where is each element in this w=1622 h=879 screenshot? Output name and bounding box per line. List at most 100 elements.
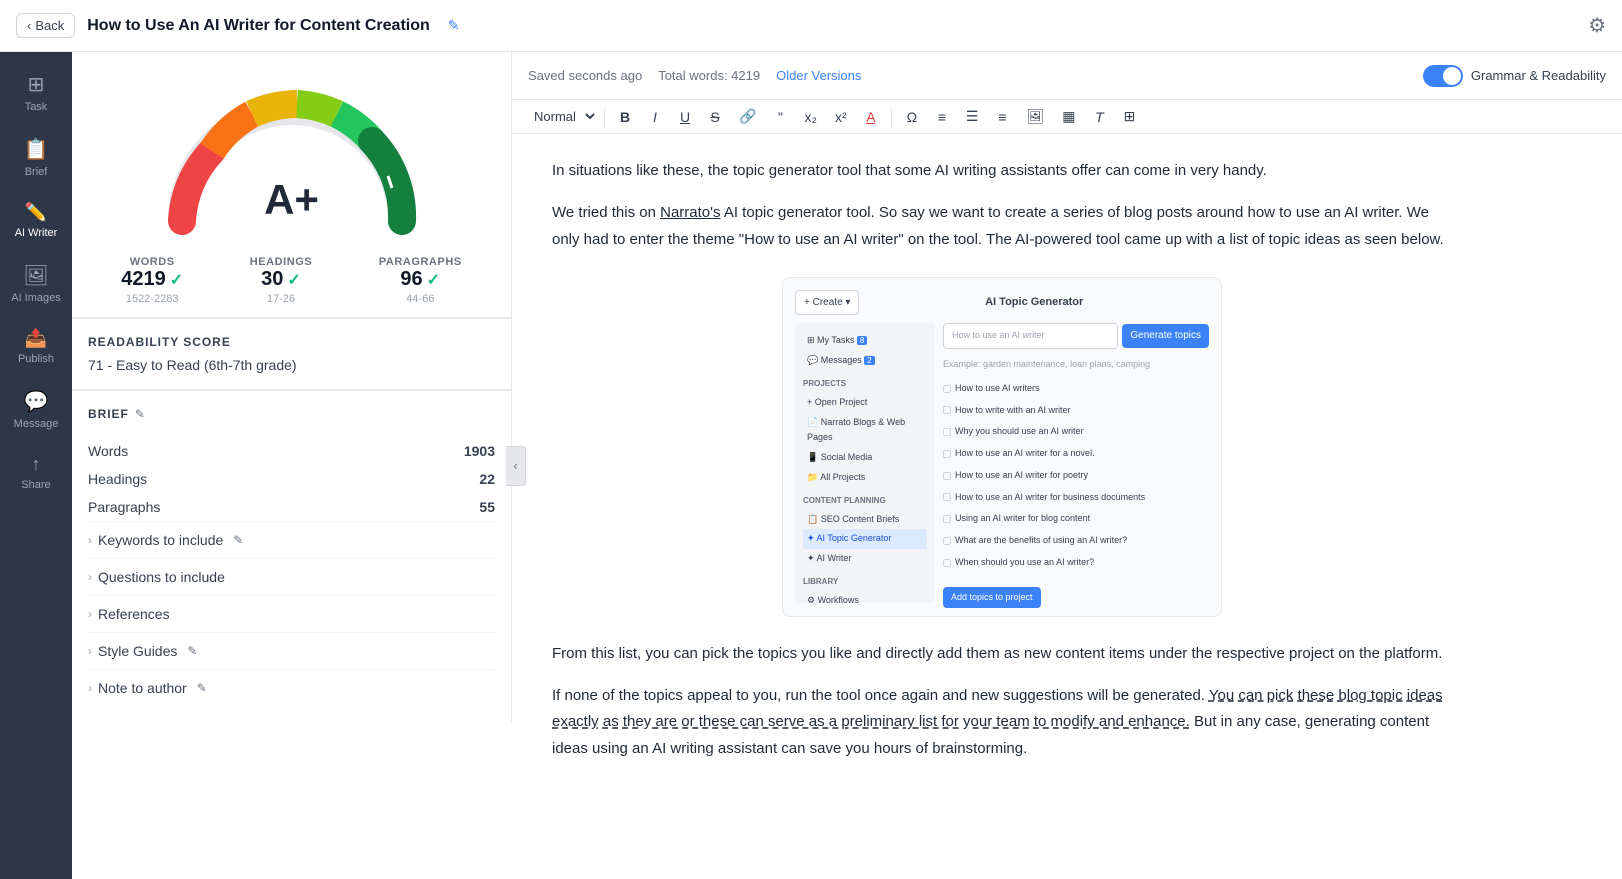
ss-open-project: + Open Project <box>803 393 927 413</box>
paragraph-3: From this list, you can pick the topics … <box>552 641 1452 667</box>
headings-check: ✓ <box>287 270 300 290</box>
align-button[interactable]: ≡ <box>988 105 1016 129</box>
paragraphs-check: ✓ <box>427 270 440 290</box>
style-select[interactable]: Normal <box>524 104 598 129</box>
brief-header: BRIEF ✎ <box>88 407 495 421</box>
gauge-grade: A+ <box>264 176 319 224</box>
paragraphs-value: 96 ✓ <box>379 268 462 291</box>
sidebar-item-ai-writer-label: AI Writer <box>15 227 58 239</box>
questions-label: Questions to include <box>98 569 225 585</box>
superscript-button[interactable]: x² <box>827 105 855 129</box>
collapsible-style-guides[interactable]: › Style Guides ✎ <box>88 632 495 669</box>
brief-words-label: Words <box>88 443 128 459</box>
nav-sidebar: ⊞ Task 📋 Brief ✏️ AI Writer 🖼 AI Images … <box>0 52 72 879</box>
editor-topbar: Saved seconds ago Total words: 4219 Olde… <box>512 52 1622 100</box>
note-edit-icon[interactable]: ✎ <box>197 681 207 695</box>
collapse-handle[interactable]: ‹ <box>506 446 526 486</box>
sidebar-item-message-label: Message <box>14 418 59 430</box>
link-button[interactable]: 🔗 <box>731 104 764 129</box>
references-label: References <box>98 606 170 622</box>
edit-title-icon[interactable]: ✎ <box>448 17 460 34</box>
keywords-arrow: › <box>88 533 92 547</box>
sidebar-item-message[interactable]: 💬 Message <box>0 377 72 442</box>
unordered-list-button[interactable]: ☰ <box>958 104 987 129</box>
ordered-list-button[interactable]: ≡ <box>928 105 956 129</box>
style-guides-arrow: › <box>88 644 92 658</box>
strikethrough-button[interactable]: S <box>701 105 729 129</box>
back-label: Back <box>35 18 64 33</box>
toolbar-divider-1 <box>604 107 605 127</box>
toolbar: Normal B I U S 🔗 " x₂ x² A Ω ≡ ☰ ≡ 🖼 ▦ T… <box>512 100 1622 134</box>
note-arrow: › <box>88 681 92 695</box>
sidebar-item-brief-label: Brief <box>25 166 48 178</box>
sidebar-item-brief[interactable]: 📋 Brief <box>0 125 72 190</box>
collapsible-keywords[interactable]: › Keywords to include ✎ <box>88 521 495 558</box>
quote-button[interactable]: " <box>766 105 794 129</box>
sidebar-item-ai-writer[interactable]: ✏️ AI Writer <box>0 190 72 251</box>
ss-option-3: Why you should use an AI writer <box>943 424 1209 440</box>
sidebar-item-task[interactable]: ⊞ Task <box>0 60 72 125</box>
ss-ai-topic-gen: ✦ AI Topic Generator <box>803 529 927 549</box>
special-chars-button[interactable]: Ω <box>898 105 926 129</box>
screenshot-container: + Create ▾ AI Topic Generator ⊞ My Tasks… <box>552 277 1452 617</box>
grammar-toggle[interactable] <box>1423 65 1463 87</box>
saved-text: Saved seconds ago <box>528 68 642 83</box>
collapse-chevron: ‹ <box>514 459 518 473</box>
brief-paragraphs-label: Paragraphs <box>88 499 160 515</box>
paragraphs-label: PARAGRAPHS <box>379 256 462 268</box>
gauge-container: A+ <box>72 52 511 244</box>
ss-narrato-blogs: 📄 Narrato Blogs & Web Pages <box>803 413 927 449</box>
back-button[interactable]: ‹ Back <box>16 13 75 38</box>
note-label: Note to author <box>98 680 187 696</box>
words-value: 4219 ✓ <box>121 268 183 291</box>
main-layout: ⊞ Task 📋 Brief ✏️ AI Writer 🖼 AI Images … <box>0 52 1622 879</box>
keywords-label: Keywords to include <box>98 532 223 548</box>
readability-score-text: 71 - Easy to Read (6th-7th grade) <box>88 357 495 373</box>
ss-option-5: How to use an AI writer for poetry <box>943 468 1209 484</box>
toggle-container: Grammar & Readability <box>1423 65 1606 87</box>
brief-edit-icon[interactable]: ✎ <box>135 407 145 421</box>
collapsible-references[interactable]: › References <box>88 595 495 632</box>
settings-button[interactable]: ⚙ <box>1588 13 1606 38</box>
sidebar-item-task-label: Task <box>25 101 48 113</box>
sidebar-item-share[interactable]: ↑ Share <box>0 442 72 503</box>
task-icon: ⊞ <box>28 72 45 97</box>
editor-content[interactable]: In situations like these, the topic gene… <box>512 134 1622 879</box>
embed-button[interactable]: ⊞ <box>1115 104 1143 129</box>
sidebar-item-ai-images[interactable]: 🖼 AI Images <box>0 251 72 316</box>
collapsible-questions[interactable]: › Questions to include <box>88 558 495 595</box>
readability-title: READABILITY SCORE <box>88 335 495 349</box>
share-icon: ↑ <box>32 454 41 475</box>
older-versions-link[interactable]: Older Versions <box>776 68 861 83</box>
image-button[interactable]: 🖼 <box>1018 104 1052 129</box>
paragraph-4: If none of the topics appeal to you, run… <box>552 683 1452 762</box>
screenshot-topbar: + Create ▾ AI Topic Generator <box>795 290 1209 316</box>
brief-row-words: Words 1903 <box>88 437 495 465</box>
paragraph-1: In situations like these, the topic gene… <box>552 158 1452 184</box>
subscript-button[interactable]: x₂ <box>796 105 824 129</box>
style-guides-label: Style Guides <box>98 643 177 659</box>
top-bar-left: ‹ Back How to Use An AI Writer for Conte… <box>16 13 460 38</box>
ss-generate-btn: Generate topics <box>1122 324 1209 348</box>
bold-button[interactable]: B <box>611 105 639 129</box>
sidebar-item-publish[interactable]: 📤 Publish <box>0 316 72 377</box>
underline-button[interactable]: U <box>671 105 699 129</box>
ai-writer-icon: ✏️ <box>25 202 47 223</box>
ss-input: How to use an AI writer <box>943 323 1118 349</box>
ss-my-tasks: ⊞ My Tasks 8 <box>803 331 927 351</box>
questions-arrow: › <box>88 570 92 584</box>
ss-ai-writer-nav: ✦ AI Writer <box>803 549 927 569</box>
style-guides-edit-icon[interactable]: ✎ <box>187 644 197 658</box>
narrato-link[interactable]: Narrato's <box>660 204 720 221</box>
ss-content-planning: CONTENT PLANNING <box>803 494 927 508</box>
sidebar-item-ai-images-label: AI Images <box>11 292 61 304</box>
collapsible-note-to-author[interactable]: › Note to author ✎ <box>88 669 495 706</box>
italic-button[interactable]: I <box>641 105 669 129</box>
ss-option-6: How to use an AI writer for business doc… <box>943 490 1209 506</box>
table-button[interactable]: ▦ <box>1054 104 1083 129</box>
keywords-edit-icon[interactable]: ✎ <box>233 533 243 547</box>
brief-icon: 📋 <box>24 137 49 162</box>
font-color-button[interactable]: A <box>857 105 885 129</box>
ss-seo-content: 📋 SEO Content Briefs <box>803 510 927 530</box>
clear-format-button[interactable]: T <box>1085 105 1113 129</box>
